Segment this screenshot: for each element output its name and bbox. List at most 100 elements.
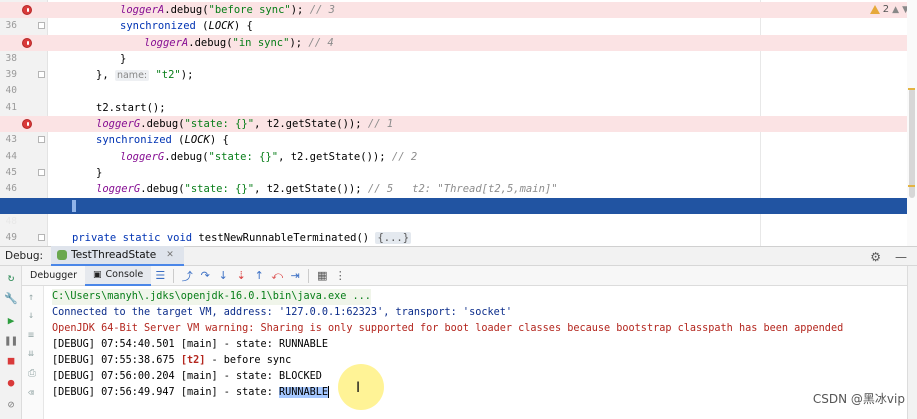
code-line-50[interactable]: 50 private static void testNewRunnableTe… — [0, 230, 917, 246]
console-log-line: [DEBUG] 07:55:38.675 [t2] - before sync — [52, 353, 291, 369]
code-token: .debug( — [140, 183, 185, 196]
breakpoint-icon[interactable] — [22, 37, 32, 48]
resume-icon[interactable]: ▶ — [5, 314, 17, 327]
keyword: private static void — [72, 232, 193, 245]
session-tab-label: TestThreadState — [71, 249, 157, 261]
code-comment: // 1 — [367, 118, 394, 131]
debug-label: Debug: — [5, 250, 44, 262]
inspection-widget[interactable]: 2 ▲ ▼ — [869, 4, 909, 15]
minimize-icon[interactable]: — — [895, 250, 907, 264]
run-to-cursor-icon[interactable]: ⇥ — [287, 268, 303, 284]
chevron-up-icon[interactable]: ▲ — [892, 5, 899, 15]
step-out-icon[interactable]: ↑ — [251, 268, 267, 284]
breakpoint-icon[interactable] — [22, 5, 32, 15]
pause-icon[interactable]: ❚❚ — [4, 334, 17, 347]
console-warning-line: OpenJDK 64-Bit Server VM warning: Sharin… — [52, 323, 844, 334]
code-line-36[interactable]: 36 loggerA.debug("before sync"); // 3 — [0, 2, 917, 31]
code-token: } — [120, 52, 127, 65]
text-caret — [328, 386, 330, 398]
code-token: ); — [180, 69, 194, 82]
fold-toggle-icon[interactable] — [38, 71, 45, 79]
print-icon[interactable]: ⎙ — [28, 368, 36, 379]
scroll-to-end-icon[interactable]: ⇊ — [28, 348, 34, 359]
rerun-icon[interactable]: ↻ — [5, 271, 17, 284]
text-cursor-icon: I — [356, 380, 361, 396]
code-line-46[interactable]: 46 } — [0, 165, 917, 194]
log-prefix: [DEBUG] 07:55:38.675 — [52, 355, 181, 366]
selected-text[interactable]: RUNNABLE — [278, 387, 329, 398]
code-line-41[interactable]: 41 — [0, 84, 917, 113]
soft-wrap-icon[interactable]: ≡ — [28, 330, 34, 341]
fold-toggle-icon[interactable] — [38, 234, 45, 242]
right-tool-strip — [907, 266, 917, 419]
debug-toolbar: Debugger ▣ Console ☰ ⤴ ↷ ↓ ⇣ ↑ ⤺ ⇥ ▦ ⋮ — [22, 265, 917, 286]
console-command-line[interactable]: C:\Users\manyh\.jdks\openjdk-16.0.1\bin\… — [52, 289, 371, 305]
code-line-38[interactable]: 38 loggerA.debug("in sync"); // 4 — [0, 34, 917, 64]
scroll-up-icon[interactable]: ↑ — [28, 292, 34, 303]
drop-frame-icon[interactable]: ⤺ — [269, 268, 285, 284]
close-icon[interactable]: ✕ — [166, 250, 174, 260]
logger-ref: loggerG — [120, 150, 165, 163]
step-into-icon[interactable]: ↓ — [215, 268, 231, 284]
code-comment: // 3 — [309, 4, 335, 16]
fold-toggle-icon[interactable] — [38, 136, 45, 144]
log-message: - state: — [217, 371, 279, 382]
breakpoint-icon[interactable] — [22, 119, 32, 130]
menu-icon[interactable]: ☰ — [152, 268, 168, 284]
code-line-49[interactable]: 49 — [0, 214, 917, 243]
editor-scrollbar[interactable] — [907, 0, 917, 246]
debug-tool-window-header: Debug: TestThreadState ✕ ⚙ — — [0, 246, 917, 266]
code-line-39[interactable]: 39 } — [0, 51, 917, 80]
code-line-42[interactable]: 42 t2.start(); — [0, 100, 917, 129]
code-line-45[interactable]: 45 loggerG.debug("state: {}", t2.getStat… — [0, 149, 917, 178]
log-state: BLOCKED — [278, 371, 322, 382]
fold-toggle-icon[interactable] — [38, 22, 45, 30]
mute-breakpoints-icon[interactable]: ⊘ — [5, 398, 17, 411]
tab-console[interactable]: ▣ Console — [85, 265, 152, 286]
code-token: .debug( — [188, 36, 233, 49]
show-execution-point-icon[interactable]: ⤴ — [179, 268, 195, 284]
folded-region[interactable]: {...} — [375, 232, 412, 245]
code-token: .debug( — [164, 4, 209, 16]
scrollbar-thumb[interactable] — [909, 88, 915, 198]
log-prefix: [DEBUG] 07:54:40.501 — [52, 339, 181, 350]
string-literal: "state: {}" — [184, 118, 255, 131]
fold-toggle-icon[interactable] — [38, 169, 45, 176]
code-line-40[interactable]: 40 }, name: "t2"); — [0, 67, 917, 96]
code-token: ( — [195, 20, 209, 33]
lock-ref: LOCK — [208, 20, 234, 33]
console-log-line: [DEBUG] 07:54:40.501 [main] - state: RUN… — [52, 337, 328, 353]
keyword: synchronized — [120, 20, 196, 33]
code-line-43[interactable]: 43 loggerG.debug("state: {}", t2.getStat… — [0, 116, 917, 145]
wrench-icon[interactable]: 🔧 — [4, 292, 18, 305]
force-step-into-icon[interactable]: ⇣ — [233, 268, 249, 284]
code-line-48-current[interactable]: 48 — [0, 197, 917, 227]
console-output[interactable]: C:\Users\manyh\.jdks\openjdk-16.0.1\bin\… — [44, 286, 917, 419]
code-line-37[interactable]: 37 synchronized (LOCK) { — [0, 18, 917, 47]
text-caret — [72, 199, 76, 212]
code-line-44[interactable]: 44 synchronized (LOCK) { — [0, 132, 917, 161]
layout-icon[interactable]: ⋮ — [332, 268, 348, 284]
string-literal: "t2" — [155, 69, 181, 82]
parameter-hint: name: — [114, 70, 150, 82]
code-line-47[interactable]: 47 loggerG.debug("state: {}", t2.getStat… — [0, 181, 917, 210]
step-over-icon[interactable]: ↷ — [197, 268, 213, 284]
code-token: , t2.getState()); — [278, 150, 392, 163]
code-token: ( — [171, 134, 185, 147]
view-breakpoints-icon[interactable]: ● — [5, 376, 17, 389]
error-stripe-mark[interactable] — [908, 88, 915, 90]
code-editor[interactable]: 36 loggerA.debug("before sync"); // 3 37… — [0, 0, 917, 246]
debug-session-tab[interactable]: TestThreadState ✕ — [51, 246, 184, 266]
evaluate-expression-icon[interactable]: ▦ — [314, 268, 330, 284]
stop-icon[interactable]: ■ — [5, 354, 17, 367]
log-thread: [main] — [180, 339, 218, 350]
tab-debugger[interactable]: Debugger — [22, 266, 85, 286]
string-literal: "state: {}" — [184, 183, 255, 196]
string-literal: "in sync" — [232, 36, 290, 49]
clear-all-icon[interactable]: ⌫ — [28, 388, 34, 399]
error-stripe-mark[interactable] — [908, 185, 915, 187]
console-icon: ▣ — [93, 269, 102, 280]
scroll-down-icon[interactable]: ↓ — [28, 310, 34, 321]
gear-icon[interactable]: ⚙ — [870, 250, 881, 264]
inline-debug-value: t2: "Thread[t2,5,main]" — [412, 183, 558, 196]
